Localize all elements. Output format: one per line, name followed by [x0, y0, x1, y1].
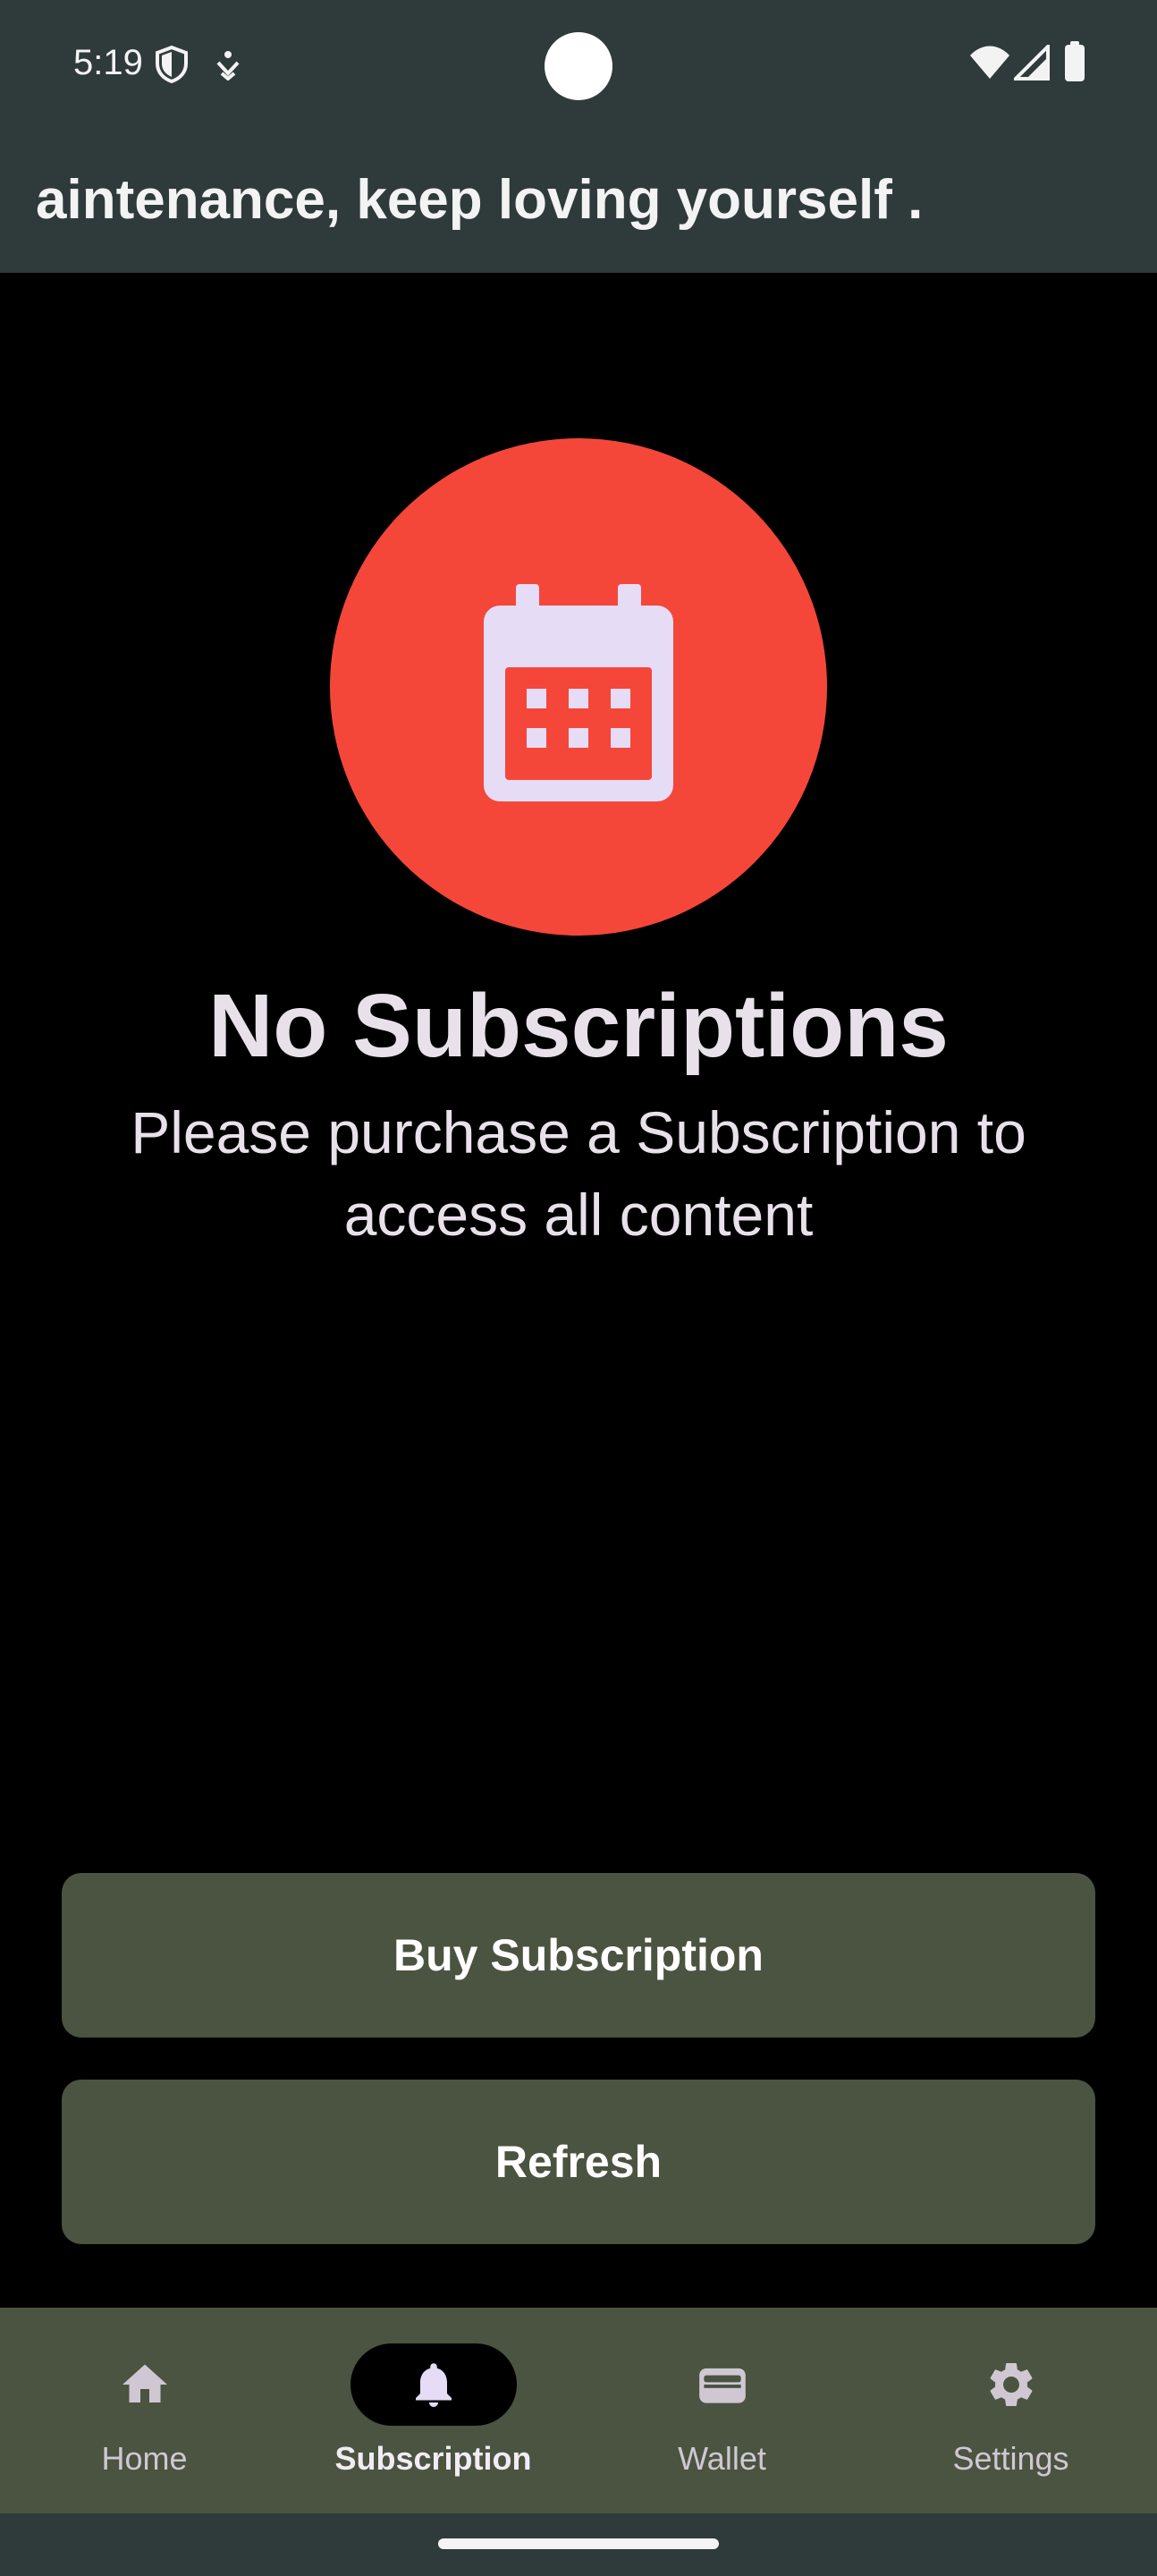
bottom-navigation: Home Subscription Wallet Settings	[0, 2308, 1157, 2513]
buy-subscription-button[interactable]: Buy Subscription	[62, 1873, 1095, 2038]
nav-label-settings: Settings	[952, 2440, 1069, 2477]
camera-cutout	[545, 32, 612, 100]
nav-label-wallet: Wallet	[678, 2440, 766, 2477]
home-icon	[122, 2364, 167, 2402]
nav-icon-container	[639, 2343, 806, 2426]
calendar-icon	[484, 584, 673, 801]
nav-item-wallet[interactable]: Wallet	[578, 2308, 866, 2513]
nav-item-subscription[interactable]: Subscription	[289, 2308, 578, 2513]
gesture-handle[interactable]	[438, 2538, 719, 2549]
nav-item-settings[interactable]: Settings	[866, 2308, 1155, 2513]
accessibility-icon	[215, 50, 241, 85]
announcement-banner: aintenance, keep loving yourself .	[0, 134, 1157, 273]
status-bar: 5:19	[0, 0, 1157, 134]
wallet-icon	[699, 2368, 746, 2403]
subtitle-line-2: access all content	[343, 1182, 814, 1248]
page-subtitle: Please purchase a Subscription to access…	[89, 1091, 1068, 1256]
nav-label-subscription: Subscription	[334, 2440, 532, 2477]
page-title: No Subscriptions	[208, 976, 949, 1076]
marquee-text: aintenance, keep loving yourself .	[36, 169, 924, 231]
nav-item-home[interactable]: Home	[0, 2308, 289, 2513]
gesture-bar-area	[0, 2513, 1157, 2576]
nav-label-home: Home	[101, 2440, 188, 2477]
refresh-button[interactable]: Refresh	[62, 2080, 1095, 2244]
battery-icon	[1064, 41, 1085, 87]
bell-icon	[416, 2363, 452, 2407]
shield-icon	[154, 45, 190, 89]
status-time: 5:19	[73, 43, 143, 82]
nav-icon-container	[62, 2343, 228, 2426]
subtitle-line-1: Please purchase a Subscription to	[131, 1099, 1026, 1165]
signal-icon	[1011, 42, 1050, 85]
nav-icon-container	[928, 2343, 1094, 2426]
empty-state-icon-circle	[330, 438, 827, 936]
nav-icon-container	[350, 2343, 517, 2426]
gear-icon	[990, 2363, 1033, 2406]
wifi-icon	[969, 45, 1010, 85]
